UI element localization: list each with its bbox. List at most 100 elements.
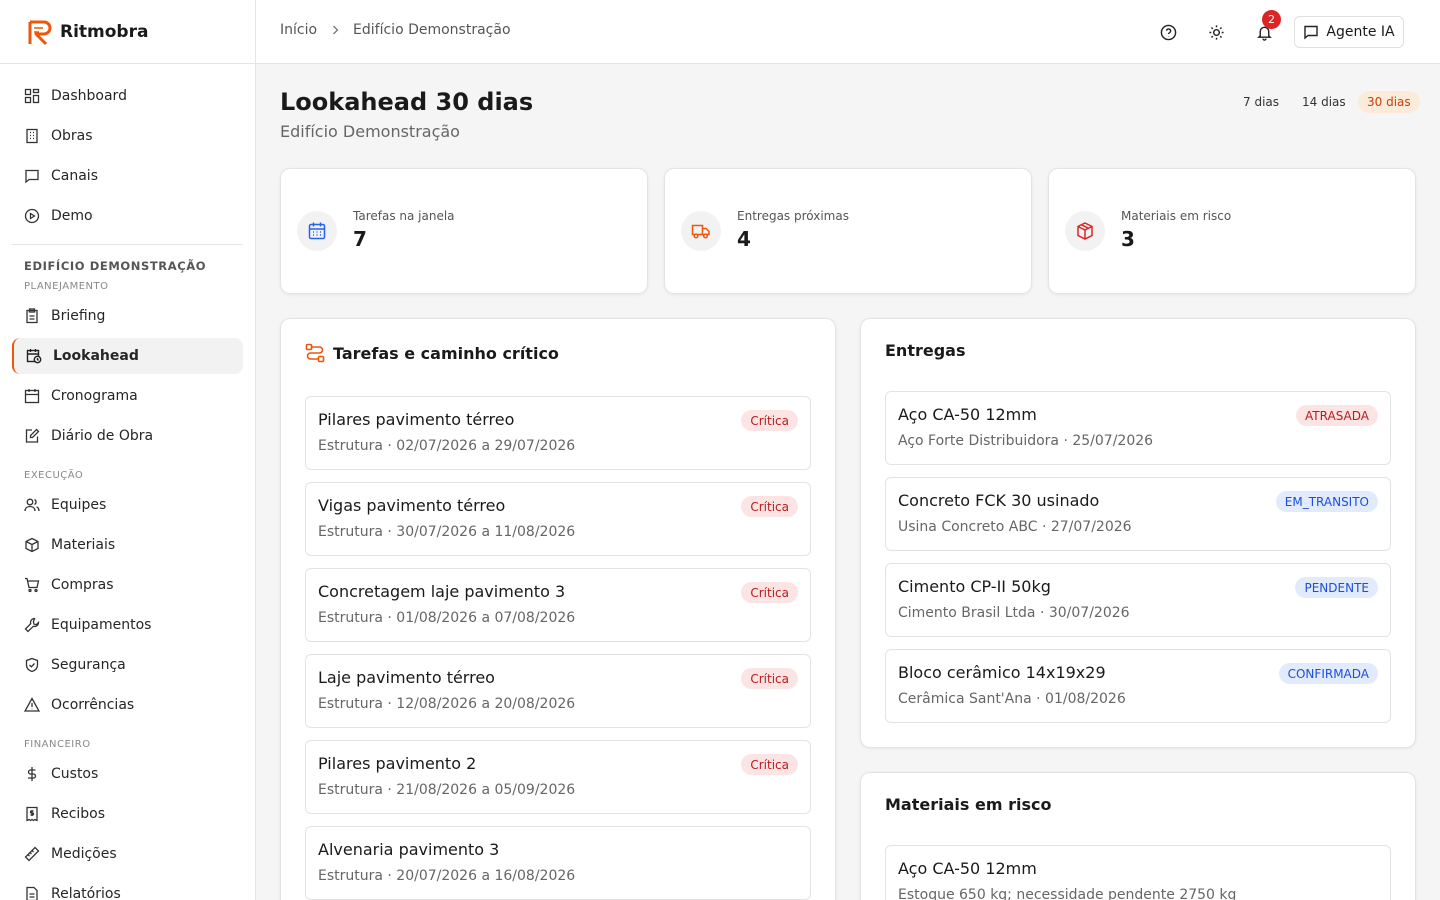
sidebar-nav: Dashboard Obras Canais Demo EDIFÍCIO DEM… bbox=[0, 64, 255, 900]
status-badge: PENDENTE bbox=[1295, 577, 1378, 598]
brand-name: Ritmobra bbox=[60, 21, 149, 42]
cart-icon bbox=[25, 577, 40, 593]
sidebar-item-diario[interactable]: Diário de Obra bbox=[12, 418, 243, 454]
sidebar-item-lookahead[interactable]: Lookahead bbox=[12, 338, 243, 374]
sidebar-item-label: Diário de Obra bbox=[51, 428, 154, 444]
ruler-icon bbox=[24, 846, 40, 862]
task-item[interactable]: Alvenaria pavimento 3 Estrutura · 20/07/… bbox=[305, 826, 811, 900]
critical-badge: Crítica bbox=[741, 496, 798, 517]
play-icon bbox=[24, 208, 40, 224]
help-button[interactable] bbox=[1156, 20, 1180, 44]
sidebar-item-medicoes[interactable]: Medições bbox=[12, 836, 243, 872]
stat-label: Tarefas na janela bbox=[353, 209, 455, 223]
deliveries-card: Entregas Aço CA-50 12mm Aço Forte Distri… bbox=[860, 318, 1416, 748]
sidebar-item-equipamentos[interactable]: Equipamentos bbox=[12, 607, 243, 643]
agent-ia-button[interactable]: Agente IA bbox=[1294, 16, 1404, 48]
main-content: Lookahead 30 dias Edifício Demonstração … bbox=[256, 64, 1440, 900]
ritmobra-logo-icon bbox=[28, 20, 52, 45]
sidebar-item-label: Relatórios bbox=[51, 886, 121, 900]
clipboard-icon bbox=[26, 308, 38, 324]
breadcrumb-home[interactable]: Início bbox=[280, 22, 317, 38]
critical-badge: Crítica bbox=[741, 668, 798, 689]
stat-card-entregas: Entregas próximas 4 bbox=[664, 168, 1032, 294]
risk-title-text: Materiais em risco bbox=[885, 795, 1052, 814]
delivery-details: Aço Forte Distribuidora · 25/07/2026 bbox=[898, 433, 1154, 449]
wrench-icon bbox=[24, 617, 40, 633]
report-icon bbox=[26, 886, 38, 900]
sidebar-item-label: Ocorrências bbox=[51, 697, 135, 713]
sidebar-item-canais[interactable]: Canais bbox=[12, 158, 243, 194]
task-details: Estrutura · 02/07/2026 a 29/07/2026 bbox=[318, 438, 576, 454]
route-icon bbox=[305, 343, 325, 363]
sidebar-item-seguranca[interactable]: Segurança bbox=[12, 647, 243, 683]
delivery-item[interactable]: Cimento CP-II 50kg Cimento Brasil Ltda ·… bbox=[885, 563, 1391, 637]
sidebar-item-custos[interactable]: Custos bbox=[12, 756, 243, 792]
sidebar-item-recibos[interactable]: Recibos bbox=[12, 796, 243, 832]
sidebar-item-obras[interactable]: Obras bbox=[12, 118, 243, 154]
risk-material-details: Estoque 650 kg; necessidade pendente 275… bbox=[898, 887, 1237, 900]
critical-badge: Crítica bbox=[741, 410, 798, 431]
tasks-card-title: Tarefas e caminho crítico bbox=[305, 343, 559, 363]
stat-card-materiais: Materiais em risco 3 bbox=[1048, 168, 1416, 294]
task-item[interactable]: Pilares pavimento 2 Estrutura · 21/08/20… bbox=[305, 740, 811, 814]
receipt-icon bbox=[26, 806, 38, 822]
deliveries-card-title: Entregas bbox=[885, 341, 965, 360]
risk-material-item[interactable]: Aço CA-50 12mm Estoque 650 kg; necessida… bbox=[885, 845, 1391, 900]
task-item[interactable]: Vigas pavimento térreo Estrutura · 30/07… bbox=[305, 482, 811, 556]
delivery-item[interactable]: Concreto FCK 30 usinado Usina Concreto A… bbox=[885, 477, 1391, 551]
task-item[interactable]: Pilares pavimento térreo Estrutura · 02/… bbox=[305, 396, 811, 470]
status-badge: EM_TRANSITO bbox=[1275, 491, 1378, 512]
stat-icon-wrapper bbox=[297, 211, 337, 251]
sidebar-item-relatorios[interactable]: Relatórios bbox=[12, 876, 243, 900]
dashboard-icon bbox=[24, 88, 40, 104]
sun-icon bbox=[1208, 24, 1224, 40]
sidebar-item-compras[interactable]: Compras bbox=[12, 567, 243, 603]
warning-icon bbox=[24, 697, 40, 712]
delivery-details: Cimento Brasil Ltda · 30/07/2026 bbox=[898, 605, 1130, 621]
sidebar-item-demo[interactable]: Demo bbox=[12, 198, 243, 234]
page-title: Lookahead 30 dias bbox=[280, 88, 534, 116]
calendar-clock-icon bbox=[26, 349, 42, 364]
task-details: Estrutura · 30/07/2026 a 11/08/2026 bbox=[318, 524, 576, 540]
topbar: Início Edifício Demonstração 2 Agente IA bbox=[256, 0, 1440, 64]
range-30-dias[interactable]: 30 dias bbox=[1358, 91, 1420, 113]
sidebar-item-label: Recibos bbox=[51, 806, 106, 822]
group-title-planejamento: PLANEJAMENTO bbox=[24, 281, 109, 292]
theme-toggle-button[interactable] bbox=[1204, 20, 1228, 44]
critical-badge: Crítica bbox=[741, 582, 798, 603]
risk-materials-card: Materiais em risco Aço CA-50 12mm Estoqu… bbox=[860, 772, 1416, 900]
project-title: EDIFÍCIO DEMONSTRAÇÃO bbox=[24, 259, 207, 273]
task-details: Estrutura · 01/08/2026 a 07/08/2026 bbox=[318, 610, 576, 626]
delivery-item[interactable]: Bloco cerâmico 14x19x29 Cerâmica Sant'An… bbox=[885, 649, 1391, 723]
sidebar-item-label: Briefing bbox=[51, 308, 106, 324]
page-subtitle: Edifício Demonstração bbox=[280, 122, 460, 141]
range-14-dias[interactable]: 14 dias bbox=[1293, 91, 1355, 113]
delivery-title: Bloco cerâmico 14x19x29 bbox=[898, 663, 1106, 682]
sidebar-item-ocorrencias[interactable]: Ocorrências bbox=[12, 687, 243, 723]
range-7-dias[interactable]: 7 dias bbox=[1234, 91, 1288, 113]
sidebar-item-label: Equipes bbox=[51, 497, 107, 513]
stat-value: 4 bbox=[737, 227, 751, 251]
sidebar-item-label: Medições bbox=[51, 846, 117, 862]
delivery-item[interactable]: Aço CA-50 12mm Aço Forte Distribuidora ·… bbox=[885, 391, 1391, 465]
task-details: Estrutura · 21/08/2026 a 05/09/2026 bbox=[318, 782, 576, 798]
stat-icon-wrapper bbox=[681, 211, 721, 251]
sidebar-item-briefing[interactable]: Briefing bbox=[12, 298, 243, 334]
task-item[interactable]: Concretagem laje pavimento 3 Estrutura ·… bbox=[305, 568, 811, 642]
delivery-title: Aço CA-50 12mm bbox=[898, 405, 1037, 424]
sidebar-item-label: Materiais bbox=[51, 537, 116, 553]
calendar-icon bbox=[24, 389, 40, 404]
box-icon bbox=[25, 537, 39, 553]
building-icon bbox=[26, 128, 38, 144]
sidebar-item-dashboard[interactable]: Dashboard bbox=[12, 78, 243, 114]
notifications-button[interactable]: 2 bbox=[1252, 10, 1281, 44]
sidebar-item-materiais[interactable]: Materiais bbox=[12, 527, 243, 563]
task-item[interactable]: Laje pavimento térreo Estrutura · 12/08/… bbox=[305, 654, 811, 728]
sidebar-item-label: Equipamentos bbox=[51, 617, 152, 633]
sidebar-item-cronograma[interactable]: Cronograma bbox=[12, 378, 243, 414]
sidebar-item-label: Demo bbox=[51, 208, 93, 224]
delivery-details: Usina Concreto ABC · 27/07/2026 bbox=[898, 519, 1132, 535]
logo[interactable]: Ritmobra bbox=[0, 0, 255, 64]
chat-icon bbox=[25, 169, 39, 184]
sidebar-item-equipes[interactable]: Equipes bbox=[12, 487, 243, 523]
